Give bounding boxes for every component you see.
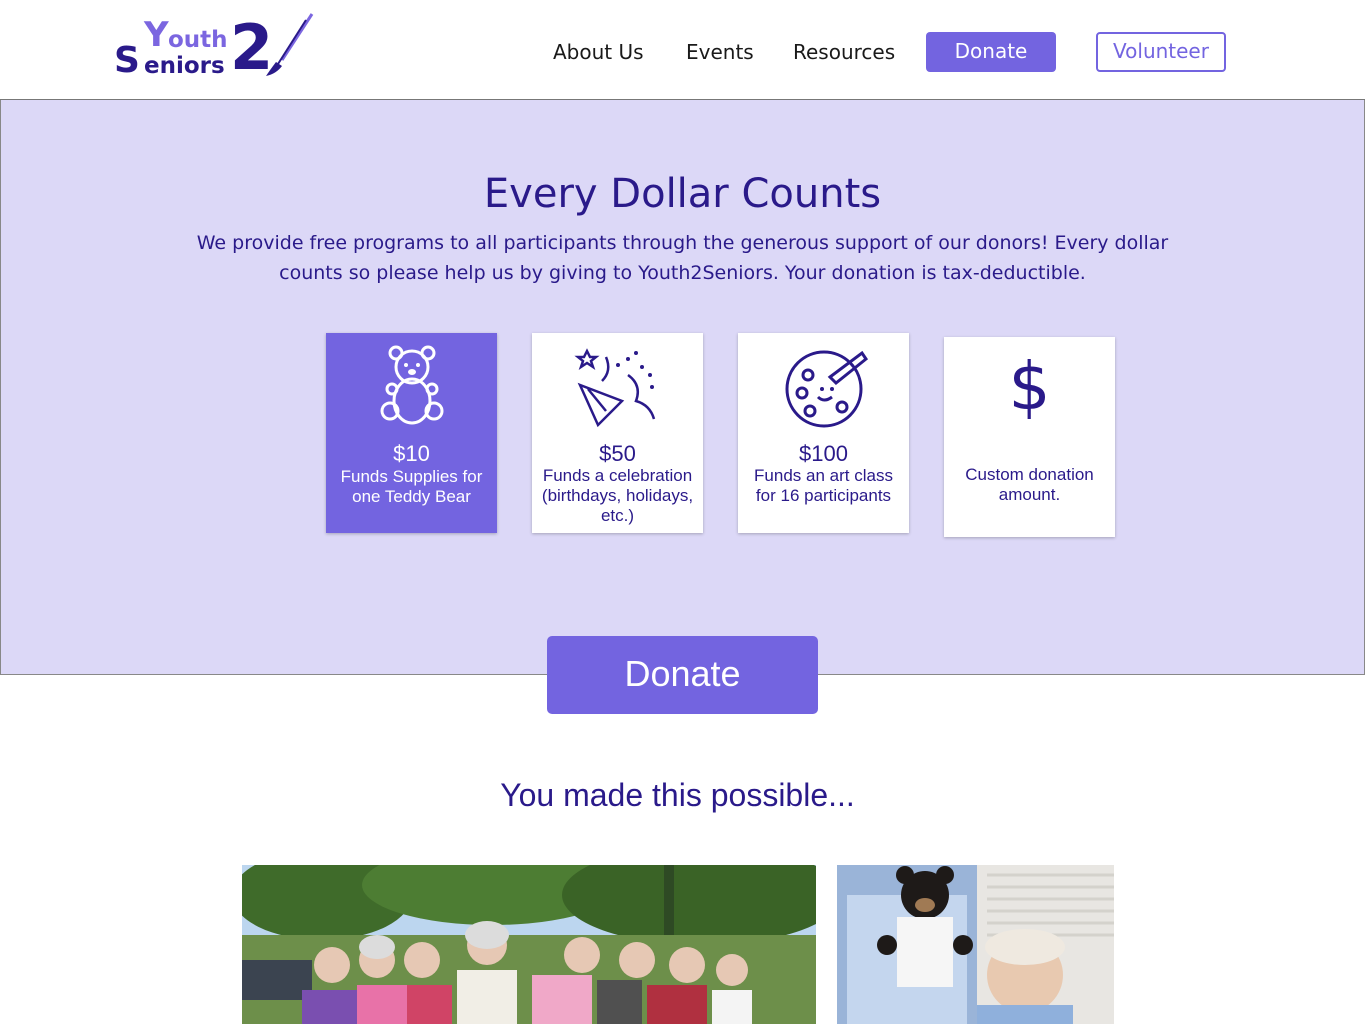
paintbrush-icon xyxy=(266,13,314,76)
header-volunteer-button[interactable]: Volunteer xyxy=(1096,32,1226,72)
youth2seniors-logo[interactable]: Y outh S eniors 2 xyxy=(114,12,314,80)
hero-subtitle: We provide free programs to all particip… xyxy=(196,232,1169,284)
card-amount: $10 xyxy=(393,441,430,466)
donation-card-50[interactable]: $50 Funds a celebration (birthdays, holi… xyxy=(532,333,703,533)
donation-card-custom[interactable]: $ Custom donation amount. xyxy=(944,337,1115,537)
party-popper-icon xyxy=(574,348,656,428)
card-description: Custom donation amount. xyxy=(965,465,1094,504)
site-header: Y outh S eniors 2 About Us Events Resour… xyxy=(0,0,1365,100)
logo-text-outh: outh xyxy=(168,27,228,53)
possible-title: You made this possible... xyxy=(500,777,855,813)
card-description: Funds a celebration (birthdays, holidays… xyxy=(541,466,694,525)
logo-letter-s: S xyxy=(114,40,140,81)
teddy-bear-photo xyxy=(837,865,1114,1024)
group-photo-outdoors xyxy=(242,865,816,1024)
card-description: Funds Supplies for one Teddy Bear xyxy=(340,467,483,506)
dollar-sign-icon: $ xyxy=(1008,348,1051,425)
nav-events[interactable]: Events xyxy=(686,38,754,66)
card-amount: $50 xyxy=(599,441,636,466)
header-donate-button[interactable]: Donate xyxy=(926,32,1056,72)
main-donate-button[interactable]: Donate xyxy=(547,636,818,714)
nav-resources[interactable]: Resources xyxy=(793,38,895,66)
card-amount: $100 xyxy=(799,441,848,466)
donation-card-100[interactable]: $100 Funds an art class for 16 participa… xyxy=(738,333,909,533)
card-description: Funds an art class for 16 participants xyxy=(754,466,893,505)
teddy-bear-icon xyxy=(380,345,444,425)
logo-letter-y: Y xyxy=(144,15,169,55)
hero-title: Every Dollar Counts xyxy=(483,171,882,217)
donation-card-10[interactable]: $10 Funds Supplies for one Teddy Bear xyxy=(326,333,497,533)
logo-text-eniors: eniors xyxy=(144,53,225,79)
nav-about-us[interactable]: About Us xyxy=(553,38,644,66)
paint-palette-icon xyxy=(785,350,869,428)
